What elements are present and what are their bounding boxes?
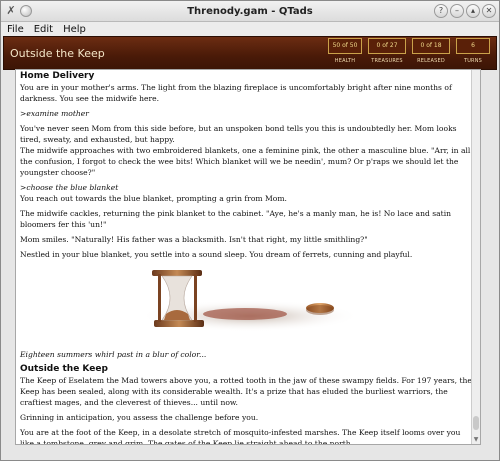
story-paragraph: Mom smiles. "Naturally! His father was a… — [20, 235, 368, 244]
menu-help[interactable]: Help — [63, 24, 86, 35]
section-title-home-delivery: Home Delivery — [20, 71, 95, 81]
chapter-transition-caption: Eighteen summers whirl past in a blur of… — [20, 350, 207, 359]
player-command: >choose the blue blanket — [20, 183, 119, 192]
stat-turns-label: TURNS — [463, 58, 483, 64]
stat-released-value: 0 of 18 — [412, 38, 450, 54]
qtads-window: ✗ Threnody.gam - QTads ? – ▴ ✕ File Edit… — [0, 0, 500, 461]
story-paragraph: You reach out towards the blue blanket, … — [20, 194, 287, 203]
stats-panel: 50 of 50 HEALTH 0 of 27 TREASURES 0 of 1… — [328, 38, 490, 64]
menu-file[interactable]: File — [7, 24, 24, 35]
status-banner: Outside the Keep 50 of 50 HEALTH 0 of 27… — [3, 36, 497, 70]
story-paragraph: You are at the foot of the Keep, in a de… — [20, 428, 461, 445]
story-paragraph: Nestled in your blue blanket, you settle… — [20, 250, 413, 259]
menu-edit[interactable]: Edit — [34, 24, 53, 35]
story-paragraph: The midwife approaches with two embroide… — [20, 146, 471, 177]
illustration-svg — [140, 270, 360, 332]
stat-treasures-value: 0 of 27 — [368, 38, 406, 54]
stat-turns-value: 6 — [456, 38, 490, 54]
location-title: Outside the Keep — [10, 46, 105, 60]
story-paragraph: The midwife cackles, returning the pink … — [20, 209, 452, 229]
story-paragraph: Grinning in anticipation, you assess the… — [20, 413, 259, 422]
minimize-icon[interactable]: – — [450, 4, 464, 18]
stat-treasures-label: TREASURES — [371, 58, 403, 64]
maximize-icon[interactable]: ▴ — [466, 4, 480, 18]
scroll-down-arrow-icon[interactable]: ▼ — [473, 434, 479, 443]
stat-released-label: RELEASED — [417, 58, 445, 64]
stat-treasures: 0 of 27 TREASURES — [368, 38, 406, 64]
vertical-scrollbar[interactable]: ▼ — [471, 70, 480, 444]
sand-spill — [203, 308, 287, 320]
story-paragraph: You are in your mother's arms. The light… — [20, 83, 452, 103]
stat-health: 50 of 50 HEALTH — [328, 38, 362, 64]
story-paragraph: You've never seen Mom from this side bef… — [20, 124, 457, 144]
help-icon[interactable]: ? — [434, 4, 448, 18]
story-pane[interactable]: Home Delivery You are in your mother's a… — [15, 69, 481, 445]
stat-health-value: 50 of 50 — [328, 38, 362, 54]
section-title-outside-keep: Outside the Keep — [20, 364, 108, 374]
stat-released: 0 of 18 RELEASED — [412, 38, 450, 64]
scrollbar-thumb[interactable] — [473, 416, 479, 430]
window-title: Threnody.gam - QTads — [187, 5, 313, 17]
player-command: >examine mother — [20, 109, 89, 118]
stat-turns: 6 TURNS — [456, 38, 490, 64]
hourglass-coin-illustration — [20, 264, 476, 344]
stat-health-label: HEALTH — [334, 58, 356, 64]
title-bar: ✗ Threnody.gam - QTads ? – ▴ ✕ — [1, 1, 499, 22]
story-paragraph: The Keep of Eselatem the Mad towers abov… — [20, 376, 472, 407]
close-icon[interactable]: ✕ — [482, 4, 496, 18]
menu-bar: File Edit Help — [1, 22, 499, 36]
